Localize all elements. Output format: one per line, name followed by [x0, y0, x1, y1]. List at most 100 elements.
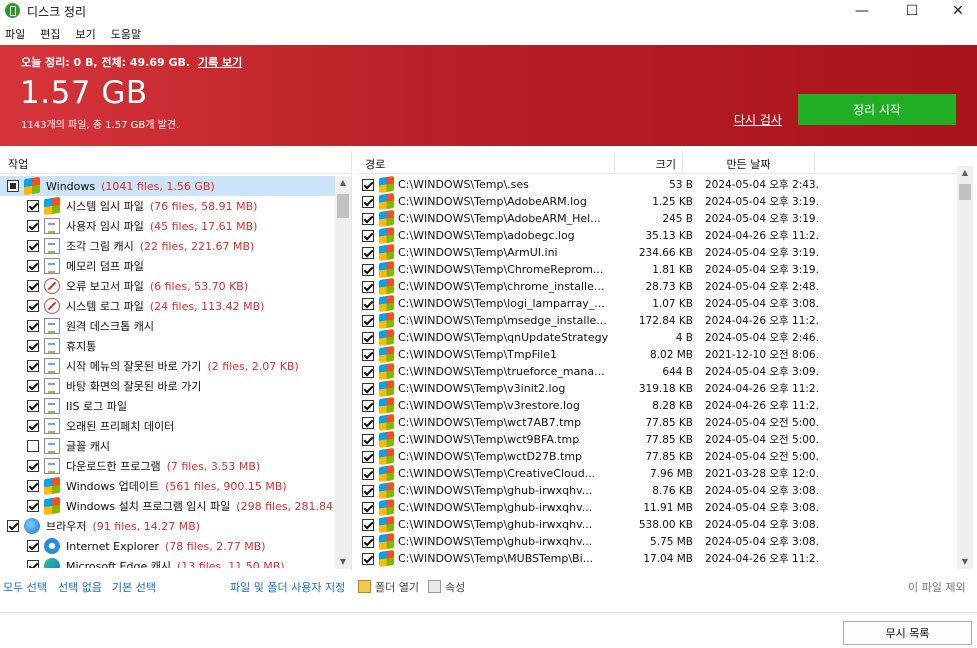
scroll-down-icon[interactable]: ▼: [957, 555, 973, 569]
exclude-file-link[interactable]: 이 파일 제외: [908, 579, 966, 595]
file-row[interactable]: C:\WINDOWS\Temp\wct9BFA.tmp 77.85 KB 2024-…: [357, 430, 957, 449]
task-item[interactable]: Windows 설치 프로그램 임시 파일 (298 files, 281.84 …: [0, 496, 335, 516]
rescan-link[interactable]: 다시 검사: [734, 111, 782, 128]
task-item[interactable]: 브라우저 (91 files, 14.27 MB): [0, 516, 335, 536]
task-checkbox[interactable]: [27, 400, 39, 412]
file-checkbox[interactable]: [362, 484, 374, 497]
task-item[interactable]: Microsoft Edge 캐시 (13 files, 11.50 MB): [0, 556, 335, 568]
task-checkbox[interactable]: [7, 180, 19, 192]
file-row[interactable]: C:\WINDOWS\Temp\CreativeCloud... 7.96 MB 2…: [357, 464, 957, 483]
file-row[interactable]: C:\WINDOWS\Temp\logi_lamparray_... 1.07 K…: [357, 294, 957, 313]
select-none-link[interactable]: 선택 없음: [58, 579, 102, 595]
menu-view[interactable]: 보기: [71, 24, 102, 44]
file-checkbox[interactable]: [362, 518, 374, 531]
task-checkbox[interactable]: [7, 520, 19, 532]
task-checkbox[interactable]: [27, 480, 39, 492]
task-item[interactable]: Windows (1041 files, 1.56 GB): [0, 176, 335, 196]
task-checkbox[interactable]: [27, 560, 39, 568]
file-checkbox[interactable]: [362, 382, 374, 395]
task-checkbox[interactable]: [27, 360, 39, 372]
file-row[interactable]: C:\WINDOWS\Temp\chrome_installe... 28.73 …: [357, 277, 957, 296]
file-checkbox[interactable]: [362, 450, 374, 463]
file-row[interactable]: C:\WINDOWS\Temp\AdobeARM_Hel... 245 B 2024…: [357, 209, 957, 228]
file-checkbox[interactable]: [362, 195, 374, 208]
file-checkbox[interactable]: [362, 501, 374, 514]
task-item[interactable]: 휴지통: [0, 336, 335, 356]
task-checkbox[interactable]: [27, 440, 39, 452]
file-checkbox[interactable]: [362, 467, 374, 480]
close-button[interactable]: ✕: [935, 0, 977, 22]
scroll-up-icon[interactable]: ▲: [335, 176, 351, 190]
task-item[interactable]: 다운로드한 프로그램 (7 files, 3.53 MB): [0, 456, 335, 476]
file-checkbox[interactable]: [362, 348, 374, 361]
task-item[interactable]: 시스템 임시 파일 (76 files, 58.91 MB): [0, 196, 335, 216]
start-cleanup-button[interactable]: 정리 시작: [798, 94, 956, 125]
file-checkbox[interactable]: [362, 433, 374, 446]
file-row[interactable]: C:\WINDOWS\Temp\.ses 53 B 2024-05-04 오후 2:…: [357, 176, 957, 194]
file-checkbox[interactable]: [362, 178, 374, 191]
task-item[interactable]: 글꼴 캐시: [0, 436, 335, 456]
task-checkbox[interactable]: [27, 260, 39, 272]
file-checkbox[interactable]: [362, 297, 374, 310]
custom-files-link[interactable]: 파일 및 폴더 사용자 지정: [230, 579, 345, 595]
scroll-down-icon[interactable]: ▼: [335, 555, 351, 569]
column-date[interactable]: 만든 날짜: [683, 151, 815, 174]
task-checkbox[interactable]: [27, 500, 39, 512]
open-folder-link[interactable]: 폴더 열기: [375, 579, 419, 595]
task-item[interactable]: 조각 그림 캐시 (22 files, 221.67 MB): [0, 236, 335, 256]
task-item[interactable]: 사용자 임시 파일 (45 files, 17.61 MB): [0, 216, 335, 236]
task-checkbox[interactable]: [27, 320, 39, 332]
file-row[interactable]: C:\WINDOWS\Temp\ghub-irwxqhv... 538.00 KB…: [357, 515, 957, 534]
task-checkbox[interactable]: [27, 420, 39, 432]
file-row[interactable]: C:\WINDOWS\Temp\wctD27B.tmp 77.85 KB 2024-…: [357, 447, 957, 466]
column-path[interactable]: 경로: [357, 151, 615, 174]
task-item[interactable]: 원격 데스크톱 캐시: [0, 316, 335, 336]
properties-link[interactable]: 속성: [445, 579, 465, 595]
task-checkbox[interactable]: [27, 300, 39, 312]
scroll-thumb[interactable]: [959, 184, 971, 200]
file-checkbox[interactable]: [362, 229, 374, 242]
file-checkbox[interactable]: [362, 246, 374, 259]
file-row[interactable]: C:\WINDOWS\Temp\v3init2.log 319.18 KB 2024…: [357, 379, 957, 398]
task-checkbox[interactable]: [27, 540, 39, 552]
file-checkbox[interactable]: [362, 263, 374, 276]
task-checkbox[interactable]: [27, 240, 39, 252]
task-item[interactable]: 메모리 덤프 파일: [0, 256, 335, 276]
task-item[interactable]: Windows 업데이트 (561 files, 900.15 MB): [0, 476, 335, 496]
file-row[interactable]: C:\WINDOWS\Temp\ghub-irwxqhv... 5.75 MB 20…: [357, 532, 957, 551]
task-item[interactable]: 시작 메뉴의 잘못된 바로 가기 (2 files, 2.07 KB): [0, 356, 335, 376]
file-row[interactable]: C:\WINDOWS\Temp\wct7AB7.tmp 77.85 KB 2024-…: [357, 413, 957, 432]
select-all-link[interactable]: 모두 선택: [3, 579, 47, 595]
maximize-button[interactable]: ☐: [889, 0, 935, 22]
file-row[interactable]: C:\WINDOWS\Temp\AdobeARM.log 1.25 KB 2024-…: [357, 192, 957, 211]
file-row[interactable]: C:\WINDOWS\Temp\adobegc.log 35.13 KB 2024-…: [357, 226, 957, 245]
file-row[interactable]: C:\WINDOWS\Temp\qnUpdateStrategy 4 B 2024-…: [357, 328, 957, 347]
task-checkbox[interactable]: [27, 200, 39, 212]
ignore-list-button[interactable]: 무시 목록: [843, 621, 972, 645]
file-row[interactable]: C:\WINDOWS\Temp\msedge_installe... 172.84…: [357, 311, 957, 330]
file-checkbox[interactable]: [362, 212, 374, 225]
scroll-up-icon[interactable]: ▲: [957, 166, 973, 180]
file-row[interactable]: C:\WINDOWS\Temp\MUBSTemp\Bi... 17.04 MB 20…: [357, 549, 957, 568]
file-row[interactable]: C:\WINDOWS\Temp\ArmUI.ini 234.66 KB 2024-0…: [357, 243, 957, 262]
file-row[interactable]: C:\WINDOWS\Temp\TmpFile1 8.02 MB 2021-12-1…: [357, 345, 957, 364]
file-row[interactable]: C:\WINDOWS\Temp\v3restore.log 8.28 KB 2024…: [357, 396, 957, 415]
task-item[interactable]: 바탕 화면의 잘못된 바로 가기: [0, 376, 335, 396]
task-checkbox[interactable]: [27, 220, 39, 232]
task-item[interactable]: 시스템 로그 파일 (24 files, 113.42 MB): [0, 296, 335, 316]
file-checkbox[interactable]: [362, 416, 374, 429]
file-row[interactable]: C:\WINDOWS\Temp\trueforce_mana... 644 B 20…: [357, 362, 957, 381]
column-size[interactable]: 크기: [615, 151, 683, 174]
minimize-button[interactable]: —: [839, 0, 885, 22]
file-row[interactable]: C:\WINDOWS\Temp\ghub-irwxqhv... 11.91 MB 2…: [357, 498, 957, 517]
menu-edit[interactable]: 편집: [35, 24, 66, 44]
task-item[interactable]: IIS 로그 파일: [0, 396, 335, 416]
file-checkbox[interactable]: [362, 399, 374, 412]
history-link[interactable]: 기록 보기: [198, 56, 242, 69]
task-item[interactable]: Internet Explorer (78 files, 2.77 MB): [0, 536, 335, 556]
task-item[interactable]: 오류 보고서 파일 (6 files, 53.70 KB): [0, 276, 335, 296]
menu-file[interactable]: 파일: [0, 24, 31, 44]
file-checkbox[interactable]: [362, 535, 374, 548]
task-item[interactable]: 오래된 프리페치 데이터: [0, 416, 335, 436]
file-checkbox[interactable]: [362, 365, 374, 378]
